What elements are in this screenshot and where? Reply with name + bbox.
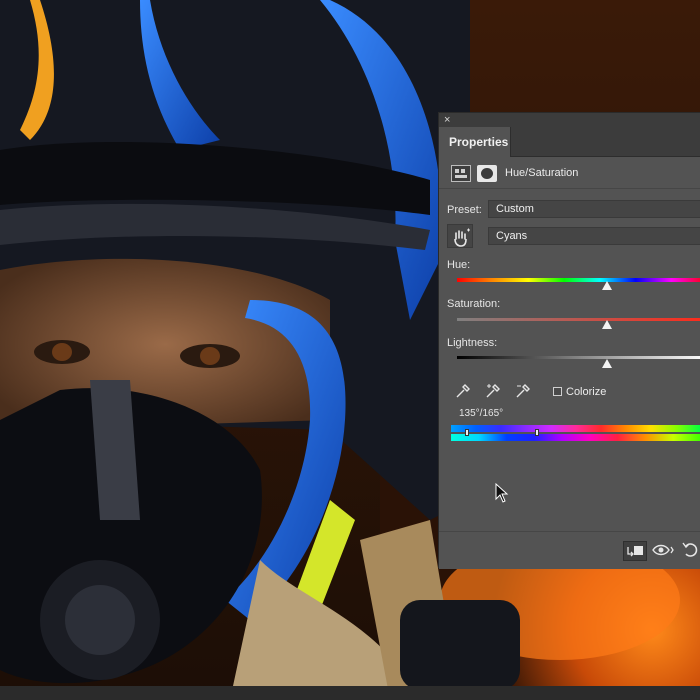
input-color-bar	[451, 425, 700, 432]
eyedropper-add-icon[interactable]	[485, 383, 501, 399]
hue-slider-track[interactable]	[457, 278, 700, 282]
hue-saturation-adjustment-icon[interactable]	[451, 165, 471, 182]
properties-panel: × Properties Hue/Saturation Preset: Cust…	[438, 112, 700, 569]
lightness-slider-thumb[interactable]	[602, 359, 612, 368]
panel-footer	[439, 531, 700, 569]
hue-slider-thumb[interactable]	[602, 281, 612, 290]
panel-tab-bar: Properties	[439, 127, 700, 157]
lightness-label: Lightness:	[447, 337, 498, 349]
tab-properties[interactable]: Properties	[439, 127, 511, 157]
color-range-readout: 135°/165°	[459, 408, 504, 419]
arrow-cursor-icon	[495, 482, 509, 503]
output-color-bar	[451, 434, 700, 441]
preset-label: Preset:	[447, 204, 482, 216]
saturation-label: Saturation:	[447, 298, 501, 310]
eyedropper-subtract-icon[interactable]	[515, 383, 531, 399]
range-handle-right[interactable]	[535, 429, 539, 436]
panel-title-bar: ×	[439, 113, 700, 127]
hand-tool-icon[interactable]	[447, 224, 473, 248]
colorize-label: Colorize	[566, 386, 607, 398]
saturation-slider-track[interactable]	[457, 318, 700, 321]
colorize-checkbox[interactable]	[553, 387, 562, 396]
preset-value: Custom	[496, 203, 534, 215]
clip-to-layer-icon[interactable]	[623, 541, 647, 561]
close-icon[interactable]: ×	[444, 113, 450, 127]
lightness-slider-track[interactable]	[457, 356, 700, 359]
range-handle-left[interactable]	[465, 429, 469, 436]
view-previous-state-icon[interactable]	[651, 541, 675, 561]
preset-dropdown[interactable]: Custom	[488, 200, 700, 218]
hue-label: Hue:	[447, 259, 471, 271]
adjustment-type-label: Hue/Saturation	[505, 167, 579, 179]
bottom-strip	[0, 686, 700, 700]
eyedropper-icon[interactable]	[455, 383, 471, 399]
layer-mask-icon[interactable]	[477, 165, 497, 182]
channel-value: Cyans	[496, 230, 528, 242]
adjustment-type-row: Hue/Saturation	[439, 159, 700, 189]
channel-dropdown[interactable]: Cyans	[488, 227, 700, 245]
reset-icon[interactable]	[679, 541, 700, 561]
saturation-slider-thumb[interactable]	[602, 320, 612, 329]
